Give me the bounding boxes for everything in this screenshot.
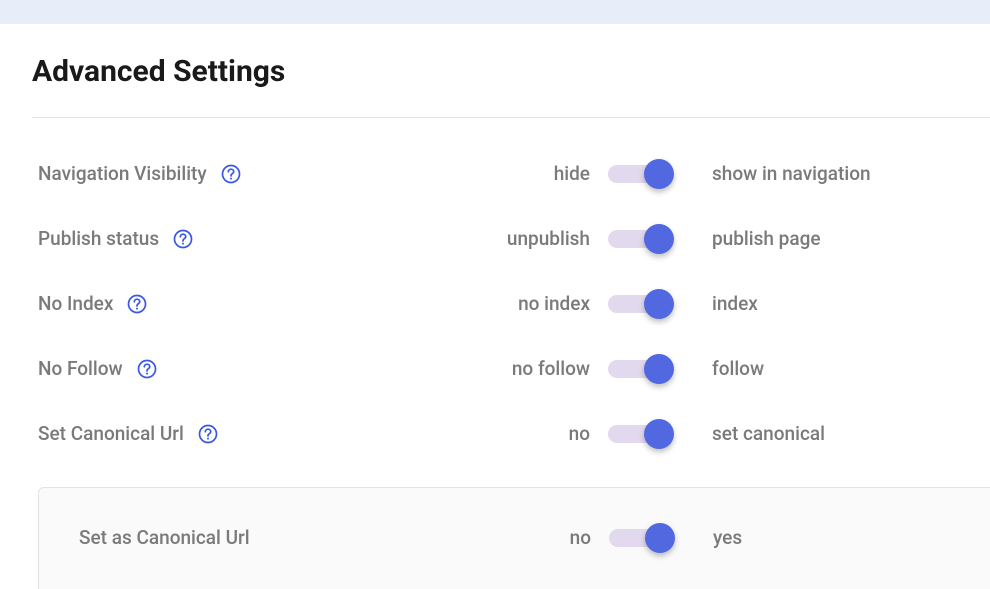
help-icon[interactable] xyxy=(221,164,241,184)
off-label: hide xyxy=(468,162,608,185)
toggle-knob xyxy=(644,289,674,319)
setting-label-publish-status: Publish status xyxy=(38,227,468,250)
on-label: set canonical xyxy=(698,422,990,445)
label-text: Publish status xyxy=(38,227,159,250)
setting-row-no-follow: No Follow no follow follow xyxy=(32,357,990,380)
setting-label-navigation-visibility: Navigation Visibility xyxy=(38,162,468,185)
advanced-settings-panel: Advanced Settings Navigation Visibility … xyxy=(0,24,990,589)
on-label: yes xyxy=(699,526,990,549)
setting-label-set-canonical: Set Canonical Url xyxy=(38,422,468,445)
toggle-knob xyxy=(644,159,674,189)
setting-row-set-canonical: Set Canonical Url no set canonical xyxy=(32,422,990,445)
toggle-navigation-visibility[interactable] xyxy=(608,163,670,185)
toggle-set-as-canonical[interactable] xyxy=(609,527,671,549)
on-label: publish page xyxy=(698,227,990,250)
setting-label-no-index: No Index xyxy=(38,292,468,315)
off-label: unpublish xyxy=(468,227,608,250)
off-label: no xyxy=(468,422,608,445)
label-text: Navigation Visibility xyxy=(38,162,207,185)
on-label: index xyxy=(698,292,990,315)
off-label: no index xyxy=(468,292,608,315)
toggle-no-follow[interactable] xyxy=(608,358,670,380)
help-icon[interactable] xyxy=(173,229,193,249)
toggle-knob xyxy=(645,523,675,553)
on-label: show in navigation xyxy=(698,162,990,185)
top-bar xyxy=(0,0,990,24)
label-text: No Index xyxy=(38,292,113,315)
off-label: no xyxy=(469,526,609,549)
setting-row-no-index: No Index no index index xyxy=(32,292,990,315)
help-icon[interactable] xyxy=(198,424,218,444)
help-icon[interactable] xyxy=(127,294,147,314)
toggle-knob xyxy=(644,224,674,254)
help-icon[interactable] xyxy=(137,359,157,379)
off-label: no follow xyxy=(468,357,608,380)
toggle-knob xyxy=(644,419,674,449)
toggle-no-index[interactable] xyxy=(608,293,670,315)
sub-label: Set as Canonical Url xyxy=(79,526,469,549)
label-text: No Follow xyxy=(38,357,123,380)
toggle-publish-status[interactable] xyxy=(608,228,670,250)
divider xyxy=(32,117,990,118)
page-title: Advanced Settings xyxy=(32,54,990,89)
setting-row-publish-status: Publish status unpublish publish page xyxy=(32,227,990,250)
label-text: Set Canonical Url xyxy=(38,422,184,445)
setting-row-navigation-visibility: Navigation Visibility hide show in navig… xyxy=(32,162,990,185)
on-label: follow xyxy=(698,357,990,380)
sub-row-set-as-canonical: Set as Canonical Url no yes xyxy=(79,526,990,549)
toggle-set-canonical[interactable] xyxy=(608,423,670,445)
toggle-knob xyxy=(644,354,674,384)
setting-label-no-follow: No Follow xyxy=(38,357,468,380)
canonical-sub-panel: Set as Canonical Url no yes xyxy=(38,487,990,589)
